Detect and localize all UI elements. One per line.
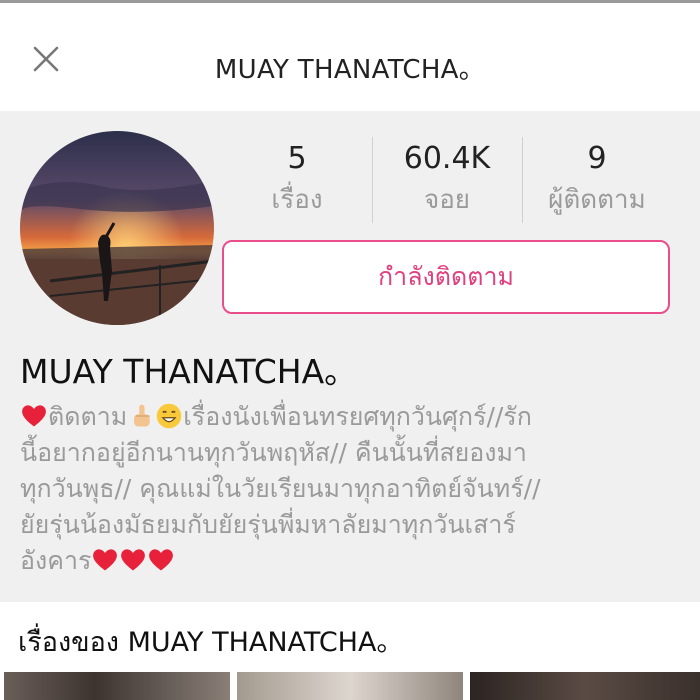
bio-line: ทุกวันพุธ// คุณแม่ในวัยเรียนมาทุกอาทิตย์… <box>20 474 541 503</box>
bio-line: ติดตาม เรื่องนังเพื่อนทรยศทุกวันศุกร์//รั… <box>20 399 680 435</box>
profile-section: 5 เรื่อง 60.4K จอย 9 ผู้ติดตาม กำลังติดต… <box>0 111 700 601</box>
pointing-hand-icon <box>134 404 150 427</box>
following-button[interactable]: กำลังติดตาม <box>222 240 670 314</box>
heart-icon <box>22 405 46 427</box>
bio-line: อังคาร <box>20 543 680 579</box>
grinning-face-icon <box>156 403 182 429</box>
stat-stories-value: 5 <box>287 141 307 176</box>
story-thumbnails <box>0 672 700 700</box>
bio-line: นี้อยากอยู่อีกนานทุกวันพฤหัส// คืนนั้นที… <box>20 438 527 467</box>
stories-title: เรื่องของ MUAY THANATCHA。 <box>18 627 404 658</box>
bio-text: เรื่องนังเพื่อนทรยศทุกวันศุกร์//รัก <box>183 402 532 431</box>
profile-bio: ติดตาม เรื่องนังเพื่อนทรยศทุกวันศุกร์//รั… <box>20 399 680 579</box>
stat-joy[interactable]: 60.4K จอย <box>372 137 522 225</box>
stat-joy-value: 60.4K <box>403 141 491 176</box>
heart-icon <box>121 549 146 571</box>
avatar[interactable] <box>20 131 214 325</box>
page-title: MUAY THANATCHA。 <box>214 55 486 85</box>
heart-icon <box>93 549 118 571</box>
heart-icon <box>149 549 174 571</box>
profile-name: MUAY THANATCHA。 <box>20 352 358 391</box>
story-thumbnail[interactable] <box>470 672 700 700</box>
bio-text: ติดตาม <box>48 402 128 431</box>
stat-joy-label: จอย <box>423 185 471 215</box>
bio-line: ยัยรุ่นน้องมัธยมกับยัยรุ่นพี่มหาลัยมาทุก… <box>20 510 516 539</box>
story-thumbnail[interactable] <box>4 672 230 700</box>
stories-header: เรื่องของ MUAY THANATCHA。 <box>0 602 700 672</box>
stat-followers[interactable]: 9 ผู้ติดตาม <box>522 137 672 225</box>
header: MUAY THANATCHA。 <box>0 3 700 111</box>
stat-followers-label: ผู้ติดตาม <box>548 185 646 215</box>
story-thumbnail[interactable] <box>237 672 463 700</box>
stat-stories-label: เรื่อง <box>271 185 323 215</box>
stat-stories[interactable]: 5 เรื่อง <box>222 137 372 225</box>
stats-row: 5 เรื่อง 60.4K จอย 9 ผู้ติดตาม <box>222 137 672 225</box>
bio-text: อังคาร <box>20 546 92 575</box>
stat-followers-value: 9 <box>587 141 607 176</box>
